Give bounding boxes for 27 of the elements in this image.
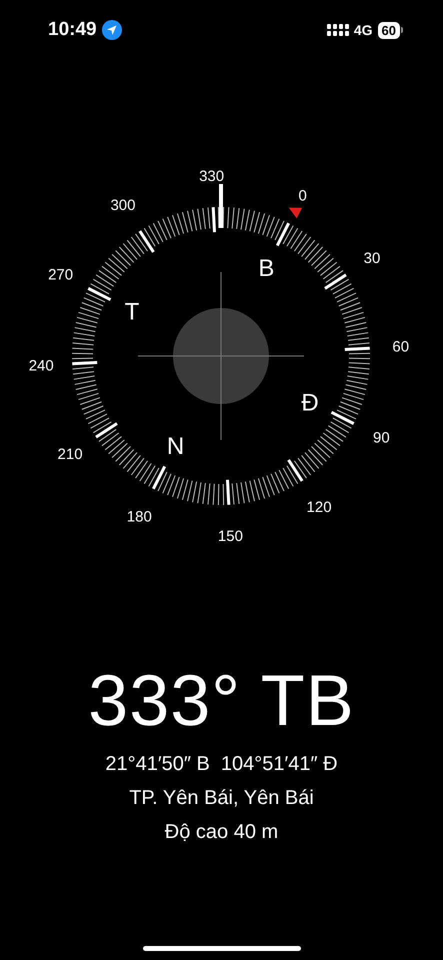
battery-level: 60 (378, 22, 400, 38)
degree-label: 210 (58, 446, 83, 464)
degree-label: 90 (373, 430, 390, 447)
degree-label: 30 (364, 250, 380, 267)
degree-label: 240 (28, 357, 54, 374)
cardinal-label: Đ (301, 389, 319, 416)
clock-time: 10:49 (48, 19, 97, 41)
degree-label: 270 (48, 266, 74, 284)
elevation: Độ cao 40 m (164, 821, 278, 844)
north-marker-icon (288, 208, 302, 218)
cardinal-label: N (166, 433, 184, 460)
degree-label: 330 (199, 168, 224, 186)
heading-reading: 333° TB (88, 660, 355, 742)
degree-label: 60 (392, 338, 410, 356)
coordinates: 21°41′50″ B 104°51′41″ Đ (105, 753, 338, 776)
home-indicator[interactable] (142, 946, 300, 951)
degree-label: 300 (110, 197, 136, 214)
degree-label: 150 (218, 528, 243, 545)
cardinal-label: B (258, 254, 274, 282)
heading-indicator (219, 184, 223, 228)
location-name: TP. Yên Bái, Yên Bái (129, 787, 314, 810)
degree-label: 0 (298, 188, 307, 205)
degree-label: 120 (306, 498, 332, 516)
signal-icon (326, 23, 349, 37)
cardinal-label: T (124, 298, 140, 326)
network-type: 4G (354, 22, 373, 38)
degree-label: 180 (126, 508, 152, 526)
